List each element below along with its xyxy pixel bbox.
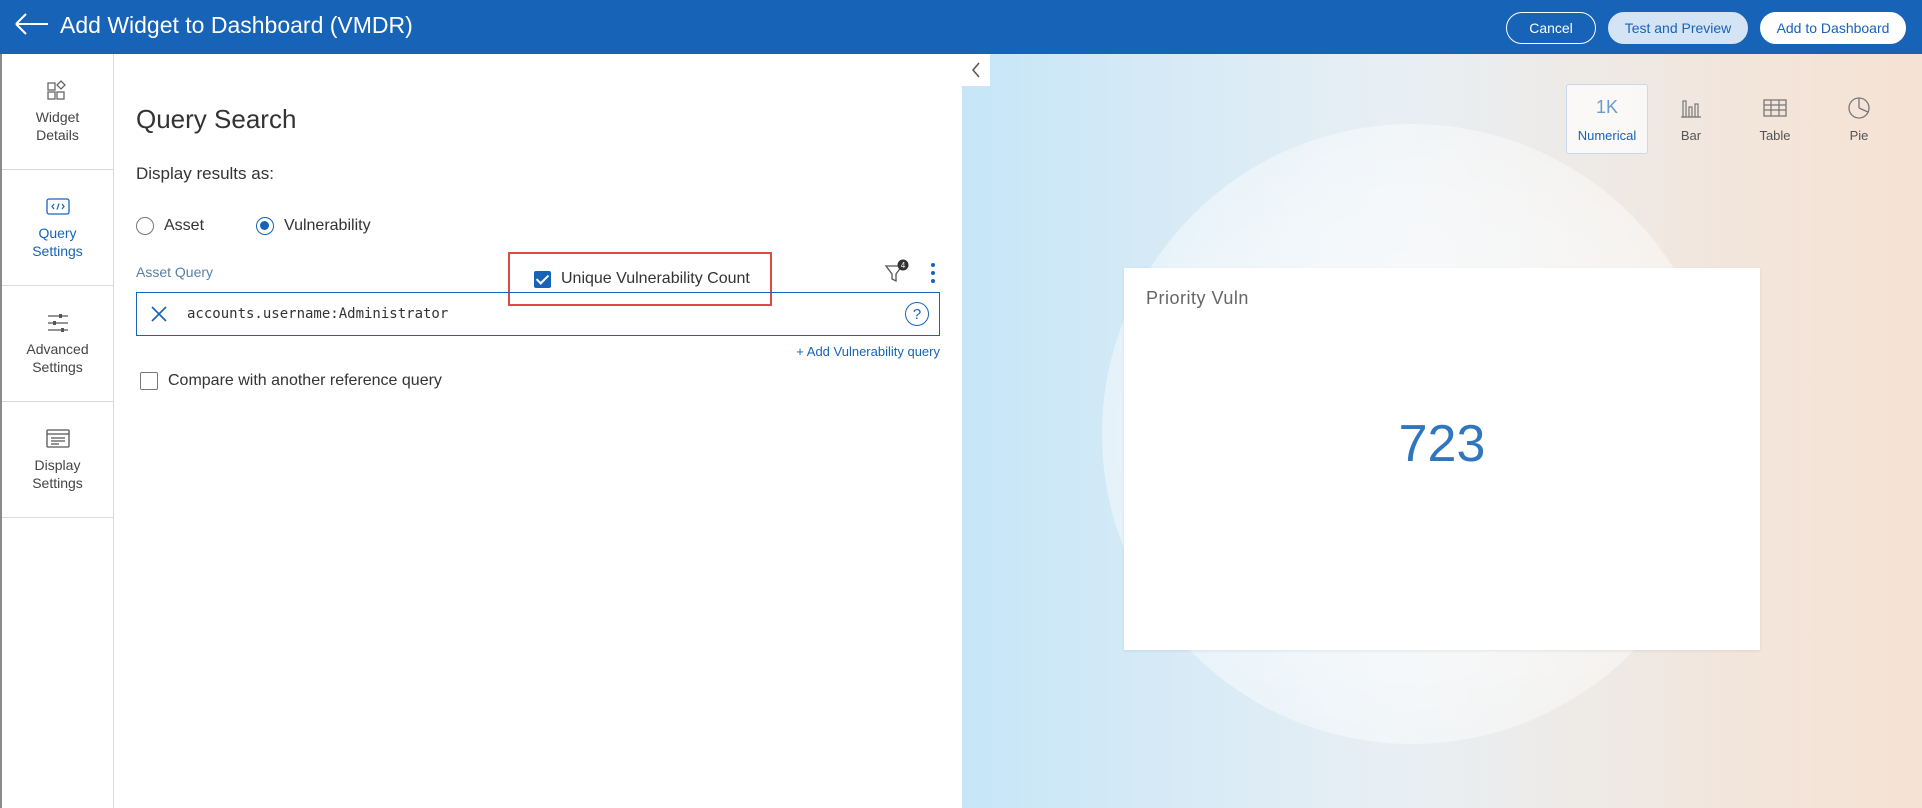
- viz-type-table[interactable]: Table: [1734, 84, 1816, 154]
- pie-chart-icon: [1847, 96, 1871, 120]
- viz-type-pie[interactable]: Pie: [1818, 84, 1900, 154]
- nav-label: Widget: [35, 108, 80, 125]
- clear-query-icon[interactable]: [137, 293, 181, 335]
- display-results-label: Display results as:: [136, 164, 274, 183]
- unique-vulnerability-count-label: Unique Vulnerability Count: [561, 270, 750, 287]
- page-title: Add Widget to Dashboard (VMDR): [60, 12, 413, 38]
- viz-type-label: Numerical: [1577, 127, 1637, 143]
- nav-query-settings[interactable]: Query Settings: [2, 170, 113, 286]
- back-arrow-icon[interactable]: [12, 10, 52, 42]
- asset-query-input[interactable]: accounts.username:Administrator: [187, 306, 905, 322]
- viz-type-numerical[interactable]: 1K Numerical: [1566, 84, 1648, 154]
- asset-query-field[interactable]: accounts.username:Administrator ?: [136, 292, 940, 336]
- asset-radio-label: Asset: [164, 217, 205, 234]
- settings-nav: Widget Details Query Settings Advanced S…: [0, 54, 114, 808]
- vulnerability-radio-label: Vulnerability: [284, 217, 371, 234]
- collapse-panel-chevron-left-icon[interactable]: [962, 54, 990, 86]
- test-and-preview-button[interactable]: Test and Preview: [1608, 12, 1748, 44]
- cancel-button[interactable]: Cancel: [1506, 12, 1596, 44]
- code-icon: [45, 197, 70, 215]
- filter-icon[interactable]: 4: [884, 259, 910, 285]
- query-search-title: Query Search: [136, 104, 297, 134]
- nav-advanced-settings[interactable]: Advanced Settings: [2, 286, 113, 402]
- compare-reference-label: Compare with another reference query: [168, 372, 442, 389]
- table-icon: [1763, 96, 1787, 120]
- bar-chart-icon: [1679, 96, 1703, 120]
- asset-radio[interactable]: [136, 217, 154, 235]
- numerical-icon: 1K: [1595, 97, 1619, 117]
- widget-preview-area: 1K Numerical Bar Table Pie Priority Vuln…: [962, 54, 1922, 808]
- more-options-icon[interactable]: [928, 260, 938, 286]
- query-form-panel: Query Search Display results as: Asset V…: [114, 54, 962, 808]
- numerical-widget-card: Priority Vuln 723: [1124, 268, 1760, 650]
- widget-title: Priority Vuln: [1146, 288, 1249, 308]
- nav-label: Settings: [32, 242, 83, 259]
- widget-details-icon: [46, 79, 66, 100]
- add-vulnerability-query-link[interactable]: + Add Vulnerability query: [796, 344, 940, 359]
- top-header: Add Widget to Dashboard (VMDR) Cancel Te…: [0, 0, 1922, 54]
- add-to-dashboard-button[interactable]: Add to Dashboard: [1760, 12, 1906, 44]
- nav-display-settings[interactable]: Display Settings: [2, 402, 113, 518]
- nav-label: Details: [36, 126, 79, 143]
- nav-widget-details[interactable]: Widget Details: [2, 54, 113, 170]
- help-icon[interactable]: ?: [905, 302, 929, 326]
- viz-type-label: Bar: [1680, 127, 1702, 143]
- viz-type-label: Table: [1759, 127, 1791, 143]
- nav-label: Display: [34, 456, 81, 473]
- visualization-type-selector: 1K Numerical Bar Table Pie: [1566, 84, 1902, 154]
- nav-label: Query: [38, 224, 77, 241]
- vulnerability-radio[interactable]: [256, 217, 274, 235]
- display-icon: [45, 428, 70, 448]
- unique-vulnerability-count-checkbox[interactable]: [534, 270, 551, 288]
- asset-radio-option[interactable]: Asset: [136, 217, 204, 235]
- widget-count-value: 723: [1398, 415, 1486, 473]
- vulnerability-radio-option[interactable]: Vulnerability: [256, 217, 371, 235]
- compare-reference-option[interactable]: Compare with another reference query: [140, 372, 442, 390]
- nav-label: Settings: [32, 474, 83, 491]
- nav-label: Settings: [32, 358, 83, 375]
- viz-type-bar[interactable]: Bar: [1650, 84, 1732, 154]
- sliders-icon: [47, 313, 68, 332]
- viz-type-label: Pie: [1849, 127, 1869, 143]
- asset-query-label: Asset Query: [136, 264, 214, 280]
- filter-badge: 4: [901, 261, 906, 270]
- nav-label: Advanced: [26, 340, 89, 357]
- compare-reference-checkbox[interactable]: [140, 372, 158, 390]
